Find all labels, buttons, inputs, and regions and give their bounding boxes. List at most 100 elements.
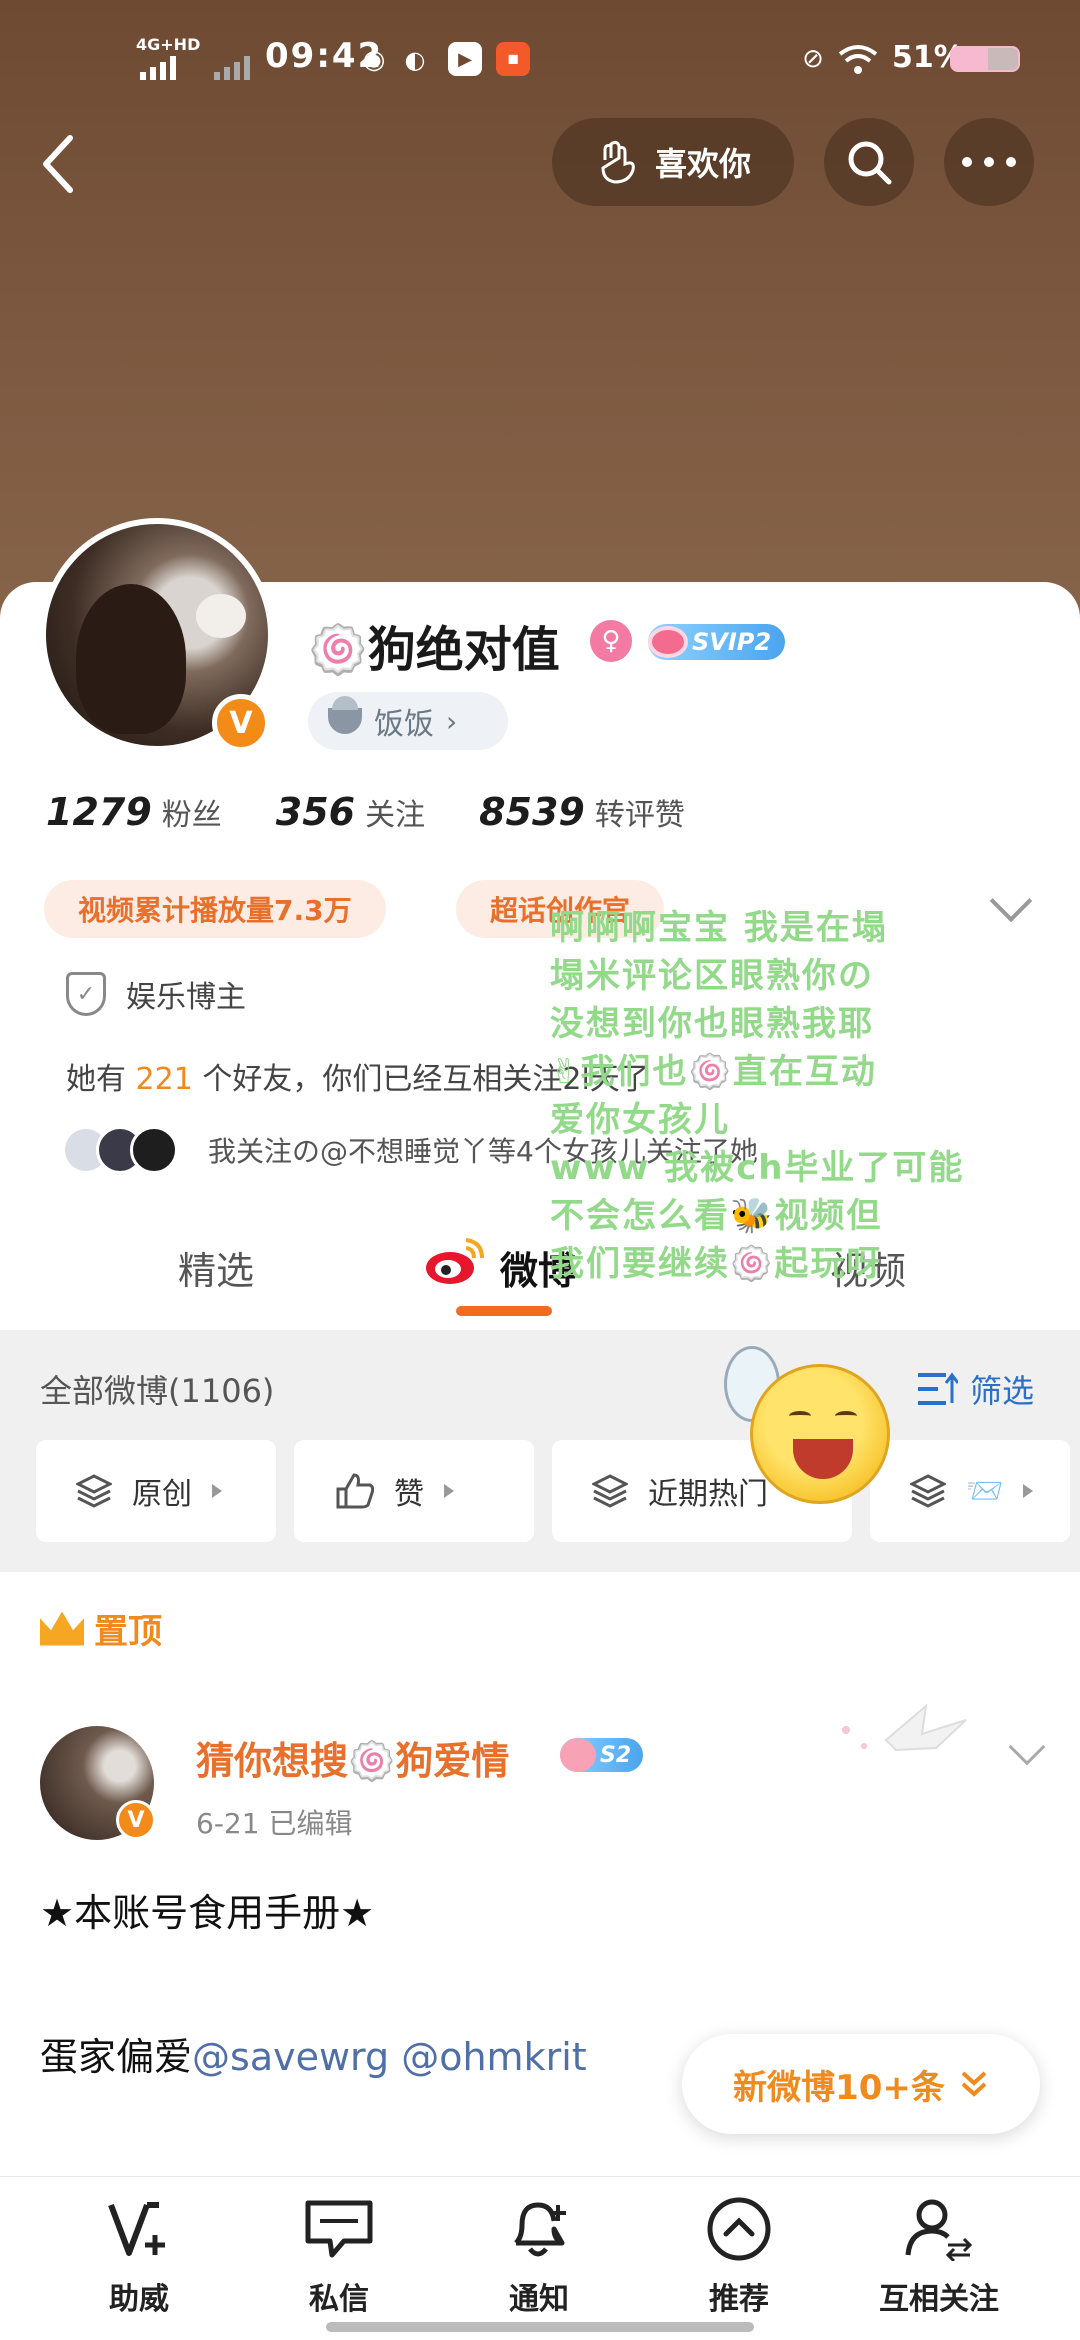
overlay-line: 不会怎么看🐝视频但 (550, 1196, 883, 1236)
engagement-stat[interactable]: 8539 转评赞 (479, 790, 685, 834)
mute-icon: ⊘ (802, 44, 824, 74)
overlay-line: www 我被ch毕业了可能 (550, 1148, 965, 1188)
like-you-button[interactable]: 喜欢你 (552, 118, 794, 206)
mention-link[interactable]: @savewrg (192, 2035, 389, 2079)
new-weibo-button[interactable]: 新微博10+条 (682, 2034, 1040, 2134)
chip-liked-label: 赞 (394, 1477, 424, 1512)
filter-label: 筛选 (970, 1372, 1035, 1410)
verification-row: ✓ 娱乐博主 (66, 972, 246, 1016)
svip-label: SVIP2 (692, 628, 772, 656)
nav-recommend-label: 推荐 (709, 2282, 769, 2317)
search-button[interactable] (824, 118, 914, 206)
nav-notifications-label: 通知 (509, 2282, 569, 2317)
wifi-icon (838, 45, 878, 74)
cheer-icon (104, 2196, 174, 2262)
chip-original-label: 原创 (132, 1477, 192, 1512)
overlay-line: 爱你女孩儿 (550, 1100, 730, 1140)
verification-label: 娱乐博主 (126, 980, 246, 1015)
following-stat[interactable]: 356 关注 (276, 790, 425, 834)
active-tab-indicator (456, 1306, 552, 1316)
engagement-count: 8539 (479, 790, 585, 834)
lips-icon (648, 626, 688, 658)
nav-notifications[interactable]: 通知 (464, 2196, 614, 2318)
double-chevron-down-icon (961, 2071, 987, 2097)
caret-right-icon (444, 1484, 454, 1498)
recommend-icon (704, 2196, 774, 2262)
home-indicator (326, 2322, 754, 2332)
engagement-label: 转评赞 (594, 798, 685, 833)
followers-stat[interactable]: 1279 粉丝 (46, 790, 222, 834)
filter-icon (918, 1372, 958, 1405)
caret-right-icon (212, 1484, 222, 1498)
back-button[interactable] (28, 124, 88, 204)
chip-more[interactable]: 📨 (870, 1440, 1070, 1542)
post-text-line: 蛋家偏爱@savewrg @ohmkrit (40, 2026, 587, 2081)
layers-icon (910, 1474, 946, 1508)
mutual-follow-icon (904, 2196, 974, 2262)
post-text-line: ★本账号食用手册★ (40, 1891, 375, 1935)
shield-icon: ✓ (66, 972, 106, 1016)
signal-icon (140, 56, 176, 80)
crown-icon (40, 1611, 84, 1646)
nav-recommend[interactable]: 推荐 (664, 2196, 814, 2318)
nav-messages-label: 私信 (309, 2282, 369, 2317)
overlay-line: 我们要继续🍥起玩呀 (550, 1244, 883, 1284)
post-author-name[interactable]: 猜你想搜🍥狗爱情 (196, 1730, 509, 1785)
paper-crane-icon (842, 1703, 967, 1752)
shop-app-icon: ◼ (496, 42, 530, 76)
overlay-line: ✌我们也🍥直在互动 (550, 1052, 877, 1092)
group-button[interactable]: 饭饭 › (308, 692, 508, 750)
verified-badge-icon: V (116, 1800, 156, 1840)
caret-right-icon (1023, 1484, 1034, 1498)
post-meta: 6-21 已编辑 (196, 1807, 353, 1840)
thumbs-up-icon (336, 1473, 374, 1509)
nav-cheer[interactable]: 助威 (64, 2196, 214, 2318)
rice-bowl-icon (328, 696, 362, 734)
app-icon: ◐ (404, 46, 426, 74)
new-weibo-label: 新微博10+条 (733, 2067, 945, 2108)
laughing-face-icon (750, 1364, 890, 1504)
search-icon (848, 141, 892, 185)
video-app-icon: ▶ (448, 42, 482, 76)
chevron-right-icon: › (446, 704, 458, 738)
verified-badge-icon: V (212, 694, 270, 752)
post-level-label: S2 (600, 1742, 632, 1768)
mention-link[interactable]: @ohmkrit (401, 2035, 586, 2079)
mini-avatar (130, 1126, 178, 1174)
chip-more-label: 📨 (966, 1473, 1004, 1509)
friends-prefix: 她有 (66, 1062, 126, 1097)
nav-cheer-label: 助威 (109, 2282, 169, 2317)
nav-mutual-follow-label: 互相关注 (879, 2282, 999, 2317)
pinned-text: 置顶 (94, 1612, 162, 1652)
message-icon (304, 2196, 374, 2262)
tab-featured[interactable]: 精选 (178, 1240, 254, 1295)
overlay-comment: 啊啊啊宝宝 我是在塌 塌米评论区眼熟你の 没想到你也眼熟我耶 ✌我们也🍥直在互动… (550, 904, 1020, 1288)
signal-icon-secondary (214, 56, 250, 80)
overlay-line: 塌米评论区眼熟你の (550, 956, 874, 996)
layers-icon (76, 1474, 112, 1508)
weibo-app-icon: ◉ (362, 45, 386, 75)
profile-stats: 1279 粉丝 356 关注 8539 转评赞 (46, 790, 685, 834)
battery-icon (950, 46, 1020, 72)
following-count: 356 (275, 790, 356, 834)
cake-icon (560, 1738, 596, 1772)
filter-button[interactable]: 筛选 (916, 1366, 1034, 1412)
profile-username: 🍥狗绝对值 (308, 622, 560, 678)
nav-mutual-follow[interactable]: 互相关注 (864, 2196, 1014, 2318)
chip-liked[interactable]: 赞 (294, 1440, 534, 1542)
friends-count[interactable]: 221 (136, 1062, 193, 1097)
svip-badge[interactable]: SVIP2 (648, 624, 786, 660)
overlay-line: 没想到你也眼熟我耶 (550, 1004, 874, 1044)
followers-count: 1279 (46, 790, 152, 834)
bell-icon (504, 2196, 574, 2262)
more-button[interactable] (944, 118, 1034, 206)
like-you-label: 喜欢你 (654, 145, 751, 183)
weibo-logo-icon (426, 1238, 484, 1284)
group-label: 饭饭 (374, 707, 434, 742)
chip-original[interactable]: 原创 (36, 1440, 276, 1542)
nav-messages[interactable]: 私信 (264, 2196, 414, 2318)
back-arrow-icon (43, 135, 73, 193)
post-level-badge: S2 (560, 1738, 644, 1772)
video-plays-tag[interactable]: 视频累计播放量7.3万 (44, 880, 386, 938)
following-label: 关注 (365, 798, 426, 833)
